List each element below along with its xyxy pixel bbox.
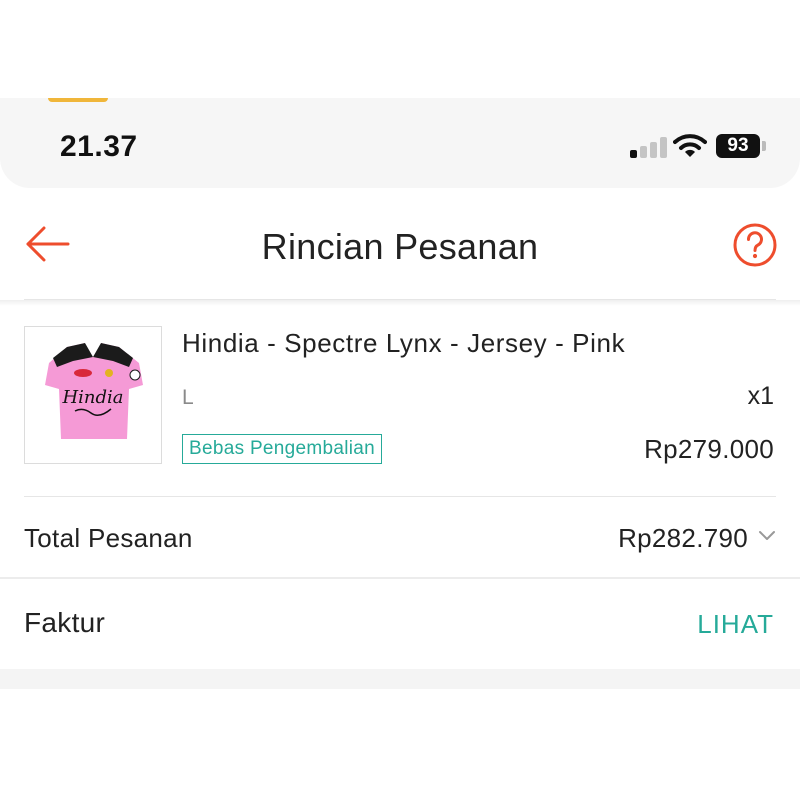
battery-level: 93 xyxy=(716,134,760,158)
view-invoice-link[interactable]: LIHAT xyxy=(697,609,774,640)
chevron-down-icon[interactable] xyxy=(758,529,776,543)
wifi-icon xyxy=(673,134,707,157)
question-circle-icon[interactable] xyxy=(732,222,778,268)
status-bar: 21.37 93 xyxy=(0,128,800,168)
page-header: Rincian Pesanan xyxy=(0,188,800,300)
product-item[interactable]: Hindia Hindia - Spectre Lynx - Jersey - … xyxy=(0,306,800,496)
invoice-row: Faktur LIHAT xyxy=(0,579,800,669)
invoice-label: Faktur xyxy=(24,607,106,638)
page-title: Rincian Pesanan xyxy=(261,226,539,267)
jersey-image: Hindia xyxy=(45,343,143,439)
product-variant: L xyxy=(182,386,194,409)
card-edge-accent xyxy=(48,98,108,102)
product-thumbnail[interactable]: Hindia xyxy=(24,326,162,464)
product-quantity: x1 xyxy=(747,382,774,410)
product-price: Rp279.000 xyxy=(644,434,774,464)
order-total-value: Rp282.790 xyxy=(618,523,748,553)
product-name[interactable]: Hindia - Spectre Lynx - Jersey - Pink xyxy=(182,328,625,359)
section-spacer xyxy=(0,669,800,689)
order-total-label: Total Pesanan xyxy=(24,523,193,553)
jersey-script: Hindia xyxy=(61,387,123,408)
battery-tip xyxy=(762,141,766,151)
status-time: 21.37 xyxy=(60,130,138,163)
order-total-row[interactable]: Total Pesanan Rp282.790 xyxy=(0,497,800,577)
free-return-badge: Bebas Pengembalian xyxy=(182,434,383,464)
cellular-signal-icon xyxy=(630,136,670,158)
